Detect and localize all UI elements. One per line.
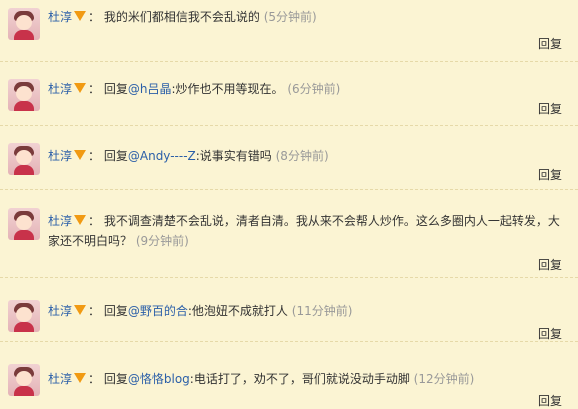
user-name[interactable]: 杜淳	[48, 10, 72, 24]
reply-prefix: 回复	[103, 304, 128, 318]
colon: ：	[88, 82, 101, 96]
comment-line: 杜淳 ： 回复@恪恪blog:电话打了，劝不了，哥们就说没动手动脚 (12分钟前)	[48, 370, 566, 388]
reply-button[interactable]: 回复	[538, 100, 562, 117]
mention-link[interactable]: @Andy----Z	[128, 149, 196, 163]
comment-text: :说事实有错吗	[195, 149, 272, 163]
comment-line: 杜淳 ： 回复@野百的合:他泡妞不成就打人 (11分钟前)	[48, 302, 566, 320]
user-name[interactable]: 杜淳	[48, 372, 72, 386]
user-name[interactable]: 杜淳	[48, 304, 72, 318]
comment-item: 杜淳： 回复@恪恪blog:电话打了，劝不了，哥们就说没动手动脚 (12分钟前)…	[0, 342, 578, 409]
reply-button[interactable]: 回复	[538, 392, 562, 409]
comment-item: 杜淳 ： 我不调查清楚不会乱说，清者自清。我从来不会帮人炒作。这么多圈内人一起转发…	[0, 190, 578, 278]
comment-text: 我的米们都相信我不会乱说的	[103, 10, 260, 24]
timestamp: (6分钟前)	[287, 82, 341, 96]
comment-line: 杜淳 ： 回复@h吕晶:炒作也不用等现在。 (6分钟前)	[48, 80, 566, 98]
reply-prefix: 回复	[103, 82, 128, 96]
mention-link[interactable]: @h吕晶	[128, 82, 172, 96]
vip-badge-icon	[74, 11, 87, 21]
user-name[interactable]: 杜淳	[48, 214, 72, 228]
timestamp: (8分钟前)	[275, 149, 329, 163]
comment-item: 杜淳 ： 我的米们都相信我不会乱说的 (5分钟前) 回复	[0, 0, 578, 62]
avatar[interactable]	[8, 79, 40, 111]
timestamp: (11分钟前)	[291, 304, 353, 318]
comment-item: 杜淳： 回复@野百的合:他泡妞不成就打人 (11分钟前) 回复	[0, 278, 578, 342]
avatar[interactable]	[8, 364, 40, 396]
colon: ：	[88, 10, 101, 24]
vip-badge-icon	[74, 215, 87, 225]
user-name[interactable]: 杜淳	[48, 82, 72, 96]
reply-prefix: 回复	[103, 149, 128, 163]
colon: ：	[88, 214, 101, 228]
comment-text: :炒作也不用等现在。	[171, 82, 284, 96]
comment-item: 杜淳： 回复@h吕晶:炒作也不用等现在。 (6分钟前) 回复	[0, 62, 578, 126]
reply-button[interactable]: 回复	[538, 256, 562, 273]
comment-item: 杜淳： 回复@Andy----Z:说事实有错吗 (8分钟前) 回复	[0, 126, 578, 190]
comment-list: 杜淳： 我的米们都相信我不会乱说的 (5分钟前) 回复 杜淳： 回复@h吕晶:炒…	[0, 0, 578, 409]
vip-badge-icon	[74, 150, 87, 160]
timestamp: (12分钟前)	[413, 372, 475, 386]
reply-button[interactable]: 回复	[538, 166, 562, 183]
avatar[interactable]	[8, 300, 40, 332]
vip-badge-icon	[74, 305, 87, 315]
comment-line: 杜淳 ： 回复@Andy----Z:说事实有错吗 (8分钟前)	[48, 147, 566, 165]
comment-text: :他泡妞不成就打人	[187, 304, 288, 318]
vip-badge-icon	[74, 373, 87, 383]
reply-button[interactable]: 回复	[538, 325, 562, 342]
reply-button[interactable]: 回复	[538, 35, 562, 52]
comment-line: 杜淳 ： 我的米们都相信我不会乱说的 (5分钟前)	[48, 8, 566, 26]
comment-text: :电话打了，劝不了，哥们就说没动手动脚	[189, 372, 410, 386]
mention-link[interactable]: @野百的合	[128, 304, 188, 318]
timestamp: (9分钟前)	[135, 234, 189, 248]
mention-link[interactable]: @恪恪blog	[128, 372, 190, 386]
vip-badge-icon	[74, 83, 87, 93]
colon: ：	[88, 372, 101, 386]
timestamp: (5分钟前)	[263, 10, 317, 24]
colon: ：	[88, 149, 101, 163]
colon: ：	[88, 304, 101, 318]
avatar[interactable]	[8, 8, 40, 40]
avatar[interactable]	[8, 143, 40, 175]
comment-text: 我不调查清楚不会乱说，清者自清。我从来不会帮人炒作。这么多圈内人一起转发，大家还…	[48, 214, 560, 248]
reply-prefix: 回复	[103, 372, 128, 386]
comment-line: 杜淳 ： 我不调查清楚不会乱说，清者自清。我从来不会帮人炒作。这么多圈内人一起转发…	[48, 211, 566, 251]
avatar[interactable]	[8, 208, 40, 240]
user-name[interactable]: 杜淳	[48, 149, 72, 163]
